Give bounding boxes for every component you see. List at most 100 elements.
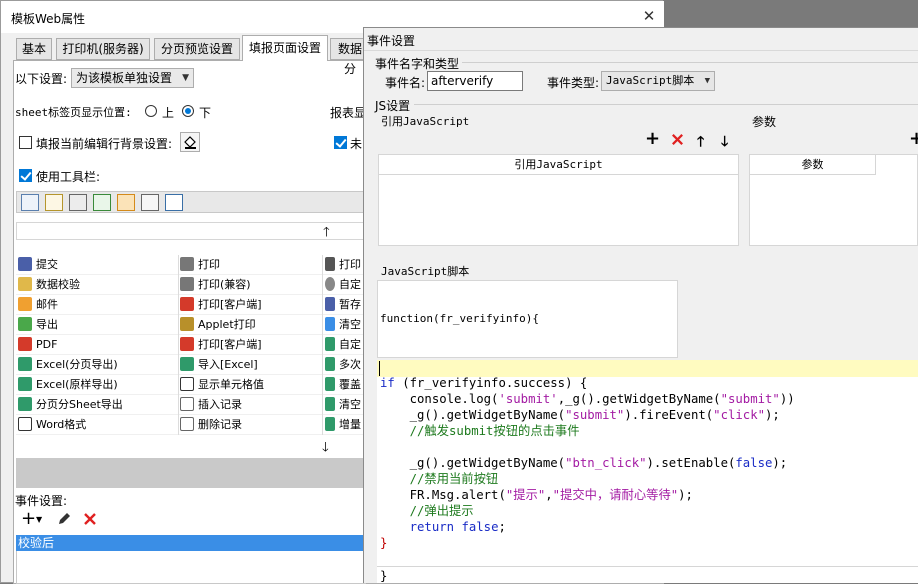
list-item[interactable]: 清空	[323, 395, 366, 415]
use-toolbar-checkbox[interactable]	[19, 169, 32, 182]
pencil-icon[interactable]	[45, 194, 63, 211]
window-icon[interactable]	[165, 194, 183, 211]
arrow-up-icon[interactable]: 🡑	[323, 223, 330, 245]
list-item-label: 导出	[36, 318, 58, 331]
list-item[interactable]: PDF	[16, 335, 178, 355]
code-token: "submit"	[720, 392, 780, 406]
code-token: 'submit'	[498, 392, 558, 406]
fill-bg-checkbox[interactable]	[19, 136, 32, 149]
tab-page-preview[interactable]: 分页预览设置	[154, 38, 240, 60]
print-icon	[180, 257, 194, 271]
code-closing-brace: }	[380, 569, 388, 583]
mail-icon[interactable]	[117, 194, 135, 211]
tree-icon[interactable]	[141, 194, 159, 211]
event-type-combobox[interactable]: JavaScript脚本 ▼	[601, 71, 715, 91]
code-token: (fr_verifyinfo.success) {	[394, 376, 588, 390]
code-token: ;	[498, 520, 506, 534]
tab-fill-page-settings[interactable]: 填报页面设置	[242, 35, 328, 61]
list-item[interactable]: 打印	[178, 255, 323, 275]
list-item-label: 暂存	[339, 298, 361, 311]
list-item[interactable]: Applet打印	[178, 315, 323, 335]
event-name-label: 事件名:	[385, 76, 426, 90]
group-divider	[414, 104, 918, 105]
list-item[interactable]: 导出	[16, 315, 178, 335]
list-item[interactable]: 邮件	[16, 295, 178, 315]
settings-combobox[interactable]: 为该模板单独设置 ▼	[71, 68, 194, 88]
list-item[interactable]: 清空	[323, 315, 366, 335]
arrow-down-icon[interactable]: 🡓	[721, 131, 728, 155]
chevron-down-icon[interactable]: ▼	[36, 515, 42, 524]
export-icon	[18, 317, 32, 331]
list-item[interactable]: 打印[客户端]	[178, 335, 323, 355]
list-item-label: 打印[客户端]	[198, 338, 262, 351]
add-param-icon[interactable]: +	[909, 130, 918, 148]
toolbar-gray-area	[16, 458, 366, 488]
tab-printer-server[interactable]: 打印机(服务器)	[56, 38, 150, 60]
list-item[interactable]: 显示单元格值	[178, 375, 323, 395]
toolbar-preview	[16, 191, 366, 213]
list-item-label: Applet打印	[198, 318, 256, 331]
list-item[interactable]: 打印	[323, 255, 366, 275]
list-item[interactable]: 暂存	[323, 295, 366, 315]
export-icon[interactable]	[93, 194, 111, 211]
code-token: "submit"	[565, 408, 625, 422]
radio-bottom[interactable]	[182, 105, 194, 117]
code-token: return	[380, 520, 455, 534]
edit-icon[interactable]	[56, 511, 72, 530]
list-item[interactable]: 分页分Sheet导出	[16, 395, 178, 415]
list-item-label: 自定	[339, 278, 361, 291]
insert-row-icon	[180, 397, 194, 411]
list-item[interactable]: 打印(兼容)	[178, 275, 323, 295]
chevron-down-icon: ▼	[704, 76, 710, 86]
ref-js-column-header[interactable]: 引用JavaScript	[379, 155, 738, 175]
list-item[interactable]: 插入记录	[178, 395, 323, 415]
settings-combobox-value: 为该模板单独设置	[76, 71, 173, 85]
list-item[interactable]: 打印[客户端]	[178, 295, 323, 315]
code-token: );	[678, 488, 693, 502]
tab-basic[interactable]: 基本	[16, 38, 52, 60]
list-item[interactable]: Word格式	[16, 415, 178, 435]
delete-icon[interactable]	[670, 132, 685, 150]
list-item[interactable]: 增量	[323, 415, 366, 435]
close-icon[interactable]: ✕	[641, 8, 657, 24]
list-item[interactable]: 自定	[323, 335, 366, 355]
code-token: ))	[779, 392, 795, 406]
toolbar-empty-row: 🡑	[16, 222, 366, 240]
code-token: false	[454, 520, 499, 534]
unfilled-checkbox[interactable]	[334, 136, 347, 149]
list-item[interactable]: 多次	[323, 355, 366, 375]
add-icon[interactable]: +	[21, 510, 36, 528]
code-token: "btn_click"	[565, 456, 647, 470]
excel-icon	[325, 377, 335, 391]
list-item[interactable]: 覆盖	[323, 375, 366, 395]
save-icon[interactable]	[21, 194, 39, 211]
list-item[interactable]: Excel(分页导出)	[16, 355, 178, 375]
list-item[interactable]: 提交	[16, 255, 178, 275]
toolbar-items-grid: 提交 数据校验 邮件 导出 PDF Excel(分页导出) Excel(原样导出…	[16, 255, 366, 435]
arrow-up-icon[interactable]: 🡑	[697, 131, 704, 155]
print-icon[interactable]	[69, 194, 87, 211]
list-item[interactable]: Excel(原样导出)	[16, 375, 178, 395]
list-item[interactable]: 导入[Excel]	[178, 355, 323, 375]
code-line-8: FR.Msg.alert("提示","提交中，请耐心等待");	[380, 487, 693, 503]
unfilled-label: 未	[350, 137, 363, 151]
params-column-header[interactable]: 参数	[750, 155, 875, 175]
radio-top[interactable]	[145, 105, 157, 117]
list-item[interactable]: 数据校验	[16, 275, 178, 295]
code-token: _g().getWidgetByName(	[380, 456, 566, 470]
list-item[interactable]: 自定	[323, 275, 366, 295]
arrow-down-icon[interactable]: 🡓	[322, 438, 329, 460]
radio-bottom-label: 下	[199, 106, 212, 120]
event-type-value: JavaScript脚本	[606, 74, 695, 87]
paint-bucket-icon[interactable]	[180, 132, 200, 152]
event-list-item-selected[interactable]: 校验后	[16, 535, 366, 551]
add-icon[interactable]: +	[645, 130, 660, 148]
delete-icon[interactable]	[82, 511, 98, 530]
list-item-label: 自定	[339, 338, 361, 351]
code-token: _g().getWidgetByName(	[380, 408, 566, 422]
list-item[interactable]: 删除记录	[178, 415, 323, 435]
event-name-input[interactable]: afterverify	[427, 71, 523, 91]
code-line-4: //触发submit按钮的点击事件	[380, 424, 580, 438]
list-item-label: 提交	[36, 258, 58, 271]
code-token: "提交中，请耐心等待"	[552, 488, 679, 502]
